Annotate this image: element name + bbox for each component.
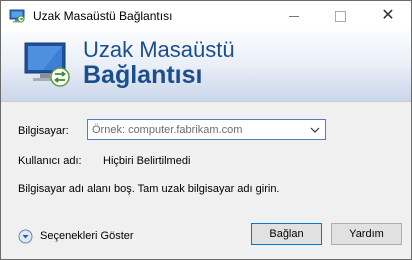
title-bar[interactable]: Uzak Masaüstü Bağlantısı ✕: [1, 1, 411, 31]
show-options-label[interactable]: Seçenekleri Göster: [40, 230, 134, 242]
computer-combobox[interactable]: Örnek: computer.fabrikam.com: [87, 119, 326, 140]
expand-circle-icon[interactable]: [18, 229, 33, 244]
remote-desktop-icon: [9, 9, 25, 23]
connect-button[interactable]: Bağlan: [251, 223, 322, 245]
banner-title-line2: Bağlantısı: [83, 61, 203, 89]
remote-desktop-window: Uzak Masaüstü Bağlantısı ✕ Uzak Masaüstü…: [0, 0, 412, 260]
computer-label: Bilgisayar:: [18, 125, 69, 137]
minimize-button[interactable]: [271, 1, 317, 31]
close-button[interactable]: ✕: [365, 1, 411, 31]
info-message: Bilgisayar adı alanı boş. Tam uzak bilgi…: [18, 183, 280, 195]
username-label: Kullanıcı adı:: [18, 155, 82, 167]
banner-divider: [1, 101, 411, 102]
maximize-button[interactable]: [317, 1, 363, 31]
username-value: Hiçbiri Belirtilmedi: [103, 155, 191, 167]
remote-monitor-icon: [24, 42, 70, 87]
chevron-down-icon[interactable]: [309, 124, 321, 136]
computer-input[interactable]: Örnek: computer.fabrikam.com: [92, 124, 242, 136]
help-button[interactable]: Yardım: [331, 223, 402, 245]
banner-title-line1: Uzak Masaüstü: [83, 37, 235, 62]
window-title: Uzak Masaüstü Bağlantısı: [33, 9, 173, 23]
